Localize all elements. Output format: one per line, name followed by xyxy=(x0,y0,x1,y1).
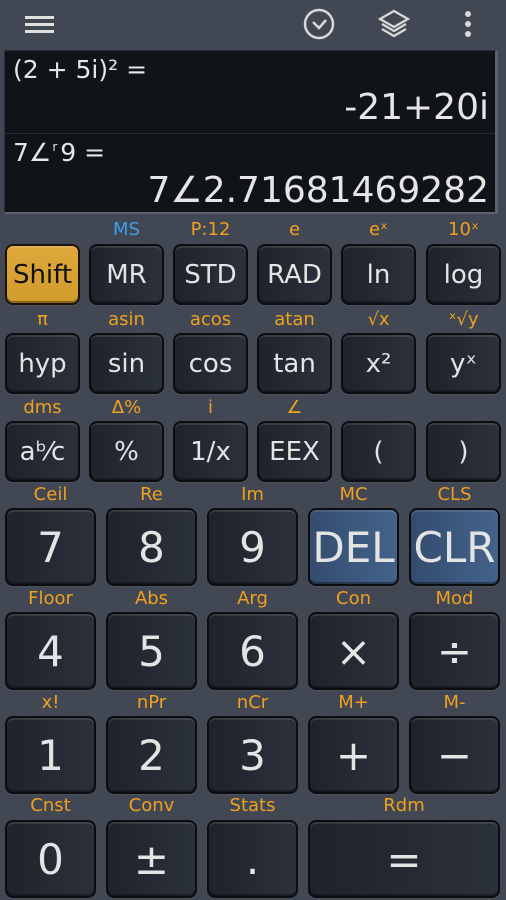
key-cos[interactable]: cos xyxy=(173,333,248,394)
shift-label-sqrt: √x xyxy=(367,309,390,330)
key-std[interactable]: STD xyxy=(173,244,248,305)
shift-label-arg: Arg xyxy=(237,588,268,609)
shift-label-angle: ∠ xyxy=(286,397,303,418)
shift-label-delta-percent: Δ% xyxy=(111,397,142,418)
key-square[interactable]: x² xyxy=(341,333,416,394)
shift-label-im: Im xyxy=(241,484,264,505)
key-2[interactable]: 2 xyxy=(106,716,197,794)
shift-label-pi: π xyxy=(37,309,48,330)
shift-label-e: e xyxy=(288,219,301,240)
shift-label-m: M+ xyxy=(338,692,369,713)
key-8[interactable]: 8 xyxy=(106,508,197,586)
shift-label-m: M- xyxy=(443,692,466,713)
key-5[interactable]: 5 xyxy=(106,612,197,690)
shift-label-dms: dms xyxy=(23,397,62,418)
key-7[interactable]: 7 xyxy=(5,508,96,586)
shift-label-abs: Abs xyxy=(134,588,169,609)
more-vert-icon[interactable] xyxy=(452,8,484,40)
key-percent[interactable]: % xyxy=(89,421,164,482)
shift-label-p-12: P:12 xyxy=(190,219,231,240)
radian-marker: r xyxy=(52,140,58,154)
shift-label-i: i xyxy=(207,397,213,418)
menu-icon[interactable] xyxy=(24,8,56,40)
history-line-2: 7∠r 9 = 7∠2.71681469282 xyxy=(5,133,495,215)
result-2: 7∠2.71681469282 xyxy=(147,170,489,211)
shift-label-ceil: Ceil xyxy=(33,484,68,505)
shift-label-cls: CLS xyxy=(437,484,472,505)
expression-2: 7∠r 9 = xyxy=(13,138,105,167)
shift-label-floor: Floor xyxy=(28,588,73,609)
shift-label-re: Re xyxy=(140,484,163,505)
shift-label-ncr: nCr xyxy=(236,692,269,713)
key-multiply[interactable]: × xyxy=(308,612,399,690)
key-9[interactable]: 9 xyxy=(207,508,298,586)
app-toolbar xyxy=(0,0,506,48)
key-close-paren[interactable]: ) xyxy=(426,421,501,482)
shift-label-mod: Mod xyxy=(435,588,474,609)
key-open-paren[interactable]: ( xyxy=(341,421,416,482)
key-plus-minus[interactable]: ± xyxy=(106,820,197,898)
history-icon[interactable] xyxy=(303,8,335,40)
shift-label-pow10: 10ˣ xyxy=(448,219,479,240)
shift-label-cnst: Cnst xyxy=(30,795,71,816)
shift-label-x: x! xyxy=(41,692,60,713)
result-1: -21+20i xyxy=(344,87,489,128)
expression-1: (2 + 5i)² = xyxy=(13,55,148,84)
shift-label-ms: MS xyxy=(113,219,140,240)
key-rad[interactable]: RAD xyxy=(257,244,332,305)
shift-label-atan: atan xyxy=(274,309,315,330)
key-divide[interactable]: ÷ xyxy=(409,612,500,690)
key-eex[interactable]: EEX xyxy=(257,421,332,482)
key-minus[interactable]: − xyxy=(409,716,500,794)
calculator-display: (2 + 5i)² = -21+20i 7∠r 9 = 7∠2.716814692… xyxy=(4,50,498,214)
key-4[interactable]: 4 xyxy=(5,612,96,690)
key-sin[interactable]: sin xyxy=(89,333,164,394)
key-1[interactable]: 1 xyxy=(5,716,96,794)
key-clr[interactable]: CLR xyxy=(409,508,500,586)
expression-2-rest: 9 = xyxy=(60,138,106,167)
history-line-1: (2 + 5i)² = -21+20i xyxy=(5,51,495,132)
key-reciprocal[interactable]: 1/x xyxy=(173,421,248,482)
key-6[interactable]: 6 xyxy=(207,612,298,690)
key-shift[interactable]: Shift xyxy=(5,244,80,305)
key-hyp[interactable]: hyp xyxy=(5,333,80,394)
key-log[interactable]: log xyxy=(426,244,501,305)
key-plus[interactable]: + xyxy=(308,716,399,794)
key-tan[interactable]: tan xyxy=(257,333,332,394)
shift-label-con: Con xyxy=(336,588,371,609)
key-0[interactable]: 0 xyxy=(5,820,96,898)
expression-2-base: 7∠ xyxy=(13,138,52,167)
key-equals[interactable]: = xyxy=(308,820,500,898)
key-del[interactable]: DEL xyxy=(308,508,399,586)
key-3[interactable]: 3 xyxy=(207,716,298,794)
shift-label-xth-root: ˣ√y xyxy=(448,309,479,330)
key-ln[interactable]: ln xyxy=(341,244,416,305)
key-fraction[interactable]: aᵇ⁄c xyxy=(5,421,80,482)
key-mr[interactable]: MR xyxy=(89,244,164,305)
shift-label-asin: asin xyxy=(108,309,145,330)
shift-label-rdm: Rdm xyxy=(383,795,425,816)
shift-label-npr: nPr xyxy=(136,692,167,713)
shift-label-conv: Conv xyxy=(128,795,175,816)
shift-label-acos: acos xyxy=(189,309,232,330)
shift-label-stats: Stats xyxy=(229,795,276,816)
shift-label-exp: eˣ xyxy=(368,219,389,240)
key-power[interactable]: yˣ xyxy=(426,333,501,394)
layers-icon[interactable] xyxy=(377,8,411,40)
key-decimal[interactable]: . xyxy=(207,820,298,898)
shift-label-mc: MC xyxy=(339,484,368,505)
